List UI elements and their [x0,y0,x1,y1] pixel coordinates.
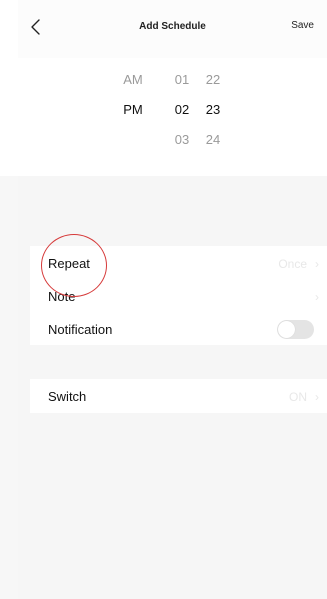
time-picker[interactable]: AM PM 01 02 03 22 23 24 [18,58,327,176]
toggle-knob [278,321,295,338]
settings-list: Repeat Once › Note › Notification [30,246,327,345]
notification-toggle[interactable] [277,320,314,339]
minute-option-selected[interactable]: 23 [206,102,220,118]
ampm-option-above[interactable]: AM [123,72,143,88]
note-label: Note [48,289,76,304]
schedule-panel: Add Schedule Save AM PM 01 02 03 22 23 2… [18,0,327,599]
left-gutter-lower [0,176,18,599]
left-gutter [0,0,18,45]
page-title: Add Schedule [139,21,206,32]
minute-option-above[interactable]: 22 [206,72,220,88]
switch-row[interactable]: Switch ON › [30,379,327,413]
note-row[interactable]: Note › [30,279,327,312]
ampm-option-selected[interactable]: PM [123,102,143,118]
save-button[interactable]: Save [291,20,314,31]
repeat-value: Once [278,257,307,271]
chevron-right-icon: › [315,257,319,271]
hour-option-selected[interactable]: 02 [175,102,189,118]
app-screen: Add Schedule Save AM PM 01 02 03 22 23 2… [0,0,327,599]
notification-row: Notification [30,312,327,345]
notification-label: Notification [48,322,113,337]
nav-bar: Add Schedule Save [18,0,327,58]
repeat-row[interactable]: Repeat Once › [30,246,327,279]
hour-option-above[interactable]: 01 [175,72,189,88]
repeat-label: Repeat [48,256,90,271]
switch-value: ON [289,390,307,404]
minute-option-below[interactable]: 24 [206,132,220,148]
chevron-left-icon[interactable] [29,18,43,36]
switch-label: Switch [48,389,87,404]
chevron-right-icon: › [315,390,319,404]
hour-option-below[interactable]: 03 [175,132,189,148]
chevron-right-icon: › [315,290,319,304]
